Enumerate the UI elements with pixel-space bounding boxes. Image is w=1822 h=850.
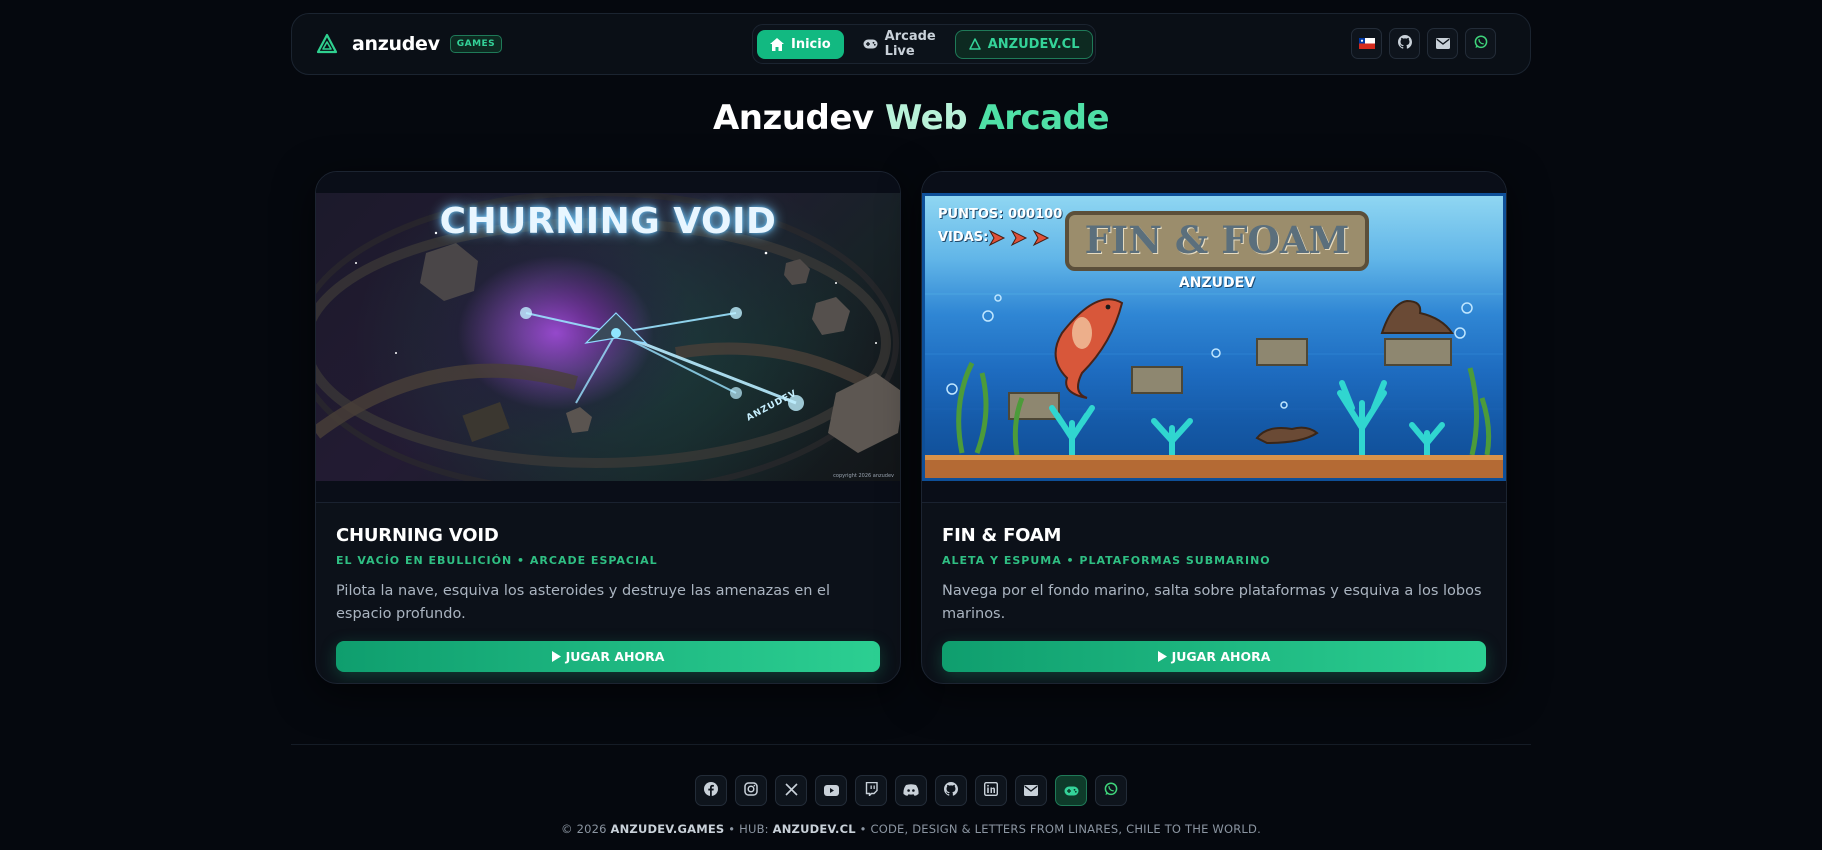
youtube-icon: [823, 781, 839, 800]
nav-inicio-button[interactable]: Inicio: [757, 29, 844, 59]
page-title: Anzudev Web Arcade: [0, 98, 1822, 138]
brand-badge: GAMES: [449, 35, 503, 53]
game-card-churning-void[interactable]: CHURNING VOID ANZUDEV copyright 2026 anz…: [315, 171, 901, 684]
nav-anzudev-cl-label: ANZUDEV.CL: [987, 36, 1080, 52]
twitch-icon: [865, 781, 878, 800]
copyright-brand: ANZUDEV.GAMES: [610, 822, 725, 836]
x-link[interactable]: [775, 775, 807, 806]
email-button[interactable]: [1427, 28, 1458, 59]
home-icon: [770, 37, 784, 51]
github-button[interactable]: [1389, 28, 1420, 59]
copyright-suffix: • CODE, DESIGN & LETTERS FROM LINARES, C…: [859, 822, 1261, 836]
gamepad-icon: [863, 39, 878, 49]
linkedin-icon: [983, 781, 999, 800]
facebook-link[interactable]: [695, 775, 727, 806]
play-icon: [1157, 651, 1167, 662]
facebook-icon: [704, 781, 718, 800]
nav-anzudev-cl-button[interactable]: ANZUDEV.CL: [954, 29, 1094, 59]
fin-and-foam-logo-text: FIN & FOAM: [1084, 218, 1350, 262]
main-nav: Inicio Arcade Live ANZUDEV.CL: [752, 24, 1096, 64]
social-links: [0, 775, 1822, 806]
play-now-button[interactable]: JUGAR AHORA: [942, 641, 1486, 672]
mail-icon: [1435, 34, 1450, 53]
arcade-link[interactable]: [1055, 775, 1087, 806]
whatsapp-button[interactable]: [1465, 28, 1496, 59]
fin-and-foam-cover-image[interactable]: PUNTOS: 000100 VIDAS: FIN & FOAM ANZUDEV: [922, 193, 1506, 481]
game-card-fin-and-foam[interactable]: PUNTOS: 000100 VIDAS: FIN & FOAM ANZUDEV…: [921, 171, 1507, 684]
lives-text: VIDAS:: [938, 230, 989, 245]
discord-link[interactable]: [895, 775, 927, 806]
churning-void-logo-text: CHURNING VOID: [439, 201, 777, 242]
instagram-link[interactable]: [735, 775, 767, 806]
instagram-icon: [744, 781, 758, 800]
game-subtitle: EL VACÍO EN EBULLICIÓN • ARCADE ESPACIAL: [336, 554, 658, 567]
github-icon: [944, 781, 958, 800]
copyright-prefix: © 2026: [561, 822, 607, 836]
game-description: Pilota la nave, esquiva los asteroides y…: [336, 583, 830, 622]
copyright-hub-link[interactable]: ANZUDEV.CL: [773, 822, 856, 836]
whatsapp-icon: [1474, 34, 1488, 53]
title-part-2: Web: [884, 98, 968, 138]
play-now-label: JUGAR AHORA: [1171, 649, 1271, 664]
github-icon: [1397, 34, 1412, 53]
twitch-link[interactable]: [855, 775, 887, 806]
mail-icon: [1024, 781, 1038, 800]
top-navbar: anzudev GAMES Inicio Arcade Live ANZUDEV…: [291, 13, 1531, 75]
discord-icon: [903, 781, 919, 800]
triangle-logo-icon: [968, 38, 981, 50]
header-actions: [1351, 28, 1496, 59]
triangle-logo-icon: [316, 33, 338, 55]
x-icon: [784, 781, 798, 800]
game-description: Navega por el fondo marino, salta sobre …: [942, 583, 1482, 622]
title-part-1: Anzudev: [712, 98, 874, 138]
whatsapp-link[interactable]: [1095, 775, 1127, 806]
game-title: CHURNING VOID: [336, 525, 499, 546]
play-now-button[interactable]: JUGAR AHORA: [336, 641, 880, 672]
chile-flag-icon: [1358, 34, 1375, 53]
brand-name: anzudev: [352, 33, 440, 55]
copyright-line: © 2026 ANZUDEV.GAMES • HUB: ANZUDEV.CL •…: [0, 822, 1822, 836]
nav-arcade-live-label: Arcade Live: [884, 29, 936, 59]
game-thumbnail-frame: PUNTOS: 000100 VIDAS: FIN & FOAM ANZUDEV: [922, 172, 1506, 503]
copyright-hub-label: • HUB:: [728, 822, 769, 836]
nav-arcade-live-button[interactable]: Arcade Live: [850, 29, 949, 59]
game-title: FIN & FOAM: [942, 525, 1062, 546]
play-icon: [551, 651, 561, 662]
youtube-link[interactable]: [815, 775, 847, 806]
play-now-label: JUGAR AHORA: [565, 649, 665, 664]
email-link[interactable]: [1015, 775, 1047, 806]
github-link[interactable]: [935, 775, 967, 806]
card-body: CHURNING VOID EL VACÍO EN EBULLICIÓN • A…: [316, 503, 900, 672]
card-body: FIN & FOAM ALETA Y ESPUMA • PLATAFORMAS …: [922, 503, 1506, 672]
image-copyright-text: copyright 2026 anzudev: [833, 473, 894, 479]
linkedin-link[interactable]: [975, 775, 1007, 806]
score-text: PUNTOS: 000100: [938, 207, 1063, 222]
game-subtitle: ALETA Y ESPUMA • PLATAFORMAS SUBMARINO: [942, 554, 1271, 567]
footer-divider: [291, 744, 1531, 745]
game-thumbnail-frame: CHURNING VOID ANZUDEV copyright 2026 anz…: [316, 172, 900, 503]
gamepad-icon: [1064, 781, 1079, 800]
whatsapp-icon: [1104, 781, 1118, 800]
brand[interactable]: anzudev GAMES: [316, 14, 503, 74]
language-button[interactable]: [1351, 28, 1382, 59]
churning-void-cover-image[interactable]: CHURNING VOID ANZUDEV copyright 2026 anz…: [316, 193, 900, 481]
title-part-3: Arcade: [978, 98, 1110, 138]
studio-text: ANZUDEV: [1178, 275, 1256, 291]
nav-inicio-label: Inicio: [791, 36, 831, 52]
